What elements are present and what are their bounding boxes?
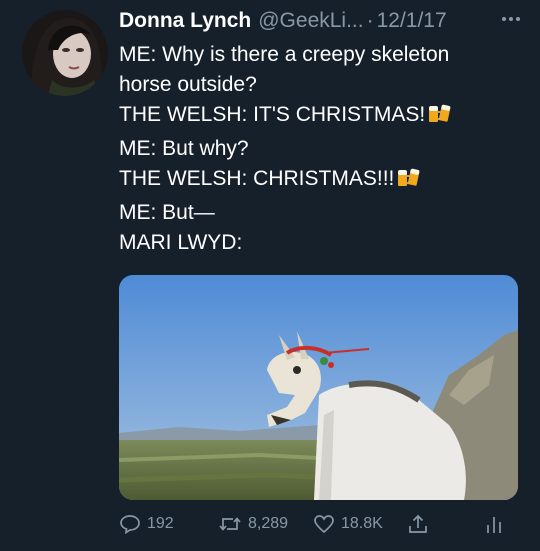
tweet-line-with-emoji: THE WELSH: IT'S CHRISTMAS! <box>119 100 529 134</box>
author-handle[interactable]: @GeekLi... <box>258 9 363 33</box>
share-button[interactable] <box>407 510 435 538</box>
more-options-icon[interactable] <box>500 7 522 30</box>
author-name[interactable]: Donna Lynch <box>119 9 251 33</box>
tweet-date[interactable]: 12/1/17 <box>377 9 447 33</box>
beer-mugs-emoji-icon <box>397 167 421 198</box>
share-icon <box>409 514 427 533</box>
tweet-line: THE WELSH: IT'S CHRISTMAS! <box>119 103 426 126</box>
like-count: 18.8K <box>341 515 383 532</box>
tweet-line: horse outside? <box>119 73 257 96</box>
tweet-line: ME: But— <box>119 201 215 224</box>
tweet-header: Donna Lynch @GeekLi... · 12/1/17 <box>119 9 530 33</box>
separator-dot: · <box>366 9 374 32</box>
tweet-line: THE WELSH: CHRISTMAS!!! <box>119 167 395 190</box>
reply-count: 192 <box>147 515 174 532</box>
avatar-image <box>22 10 108 96</box>
beer-mugs-emoji-icon <box>428 103 452 134</box>
like-button[interactable]: 18.8K <box>313 510 383 538</box>
heart-icon <box>314 515 334 534</box>
tweet-actions: 192 8,289 18.8K <box>119 510 519 540</box>
analytics-icon <box>487 517 501 533</box>
reply-button[interactable]: 192 <box>119 510 174 538</box>
tweet-photo[interactable] <box>119 275 518 500</box>
retweet-button[interactable]: 8,289 <box>218 510 288 538</box>
mari-lwyd-photo <box>119 275 518 500</box>
analytics-button[interactable] <box>484 510 510 538</box>
tweet-line: MARI LWYD: <box>119 231 243 254</box>
reply-icon <box>120 515 140 534</box>
retweet-count: 8,289 <box>248 515 289 532</box>
tweet-line: ME: But why? <box>119 137 249 160</box>
tweet-line-with-emoji: THE WELSH: CHRISTMAS!!! <box>119 164 529 198</box>
tweet-text: ME: Why is there a creepy skeleton horse… <box>119 40 529 258</box>
author-avatar[interactable] <box>22 10 108 96</box>
tweet-line: ME: Why is there a creepy skeleton <box>119 43 450 66</box>
retweet-icon <box>219 517 241 531</box>
